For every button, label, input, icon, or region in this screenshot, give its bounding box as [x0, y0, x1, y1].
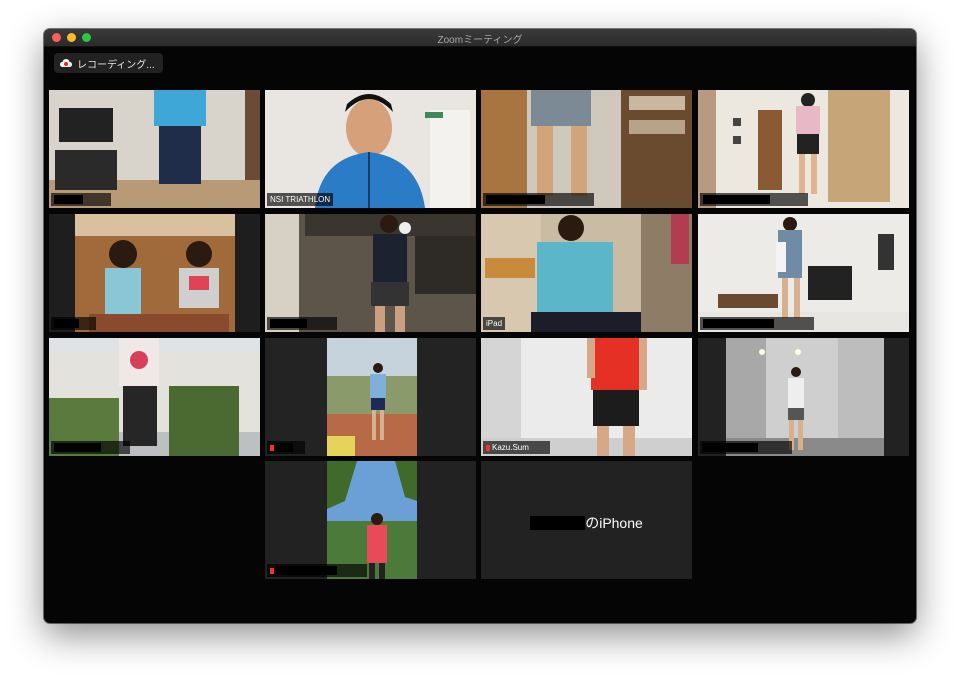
- participant-name: XxxxxxxXxxxxx: [700, 441, 792, 454]
- participant-name: Xxxx: [267, 441, 306, 454]
- participant-video: [49, 338, 260, 456]
- video-tile-11[interactable]: Kazu.Sum: [481, 338, 692, 456]
- participant-video: [49, 90, 260, 208]
- participant-video: [49, 214, 260, 332]
- video-tile-12[interactable]: XxxxxxxXxxxxx: [698, 338, 909, 456]
- participant-name: Xxxxxx: [51, 317, 96, 330]
- video-tile-4[interactable]: XxxxxxxXxxxxxxxx: [698, 90, 909, 208]
- participant-video: [265, 90, 476, 208]
- video-tile-8[interactable]: XxxxxxxxXxxxxxxxx: [698, 214, 909, 332]
- recording-label: レコーディング...: [77, 59, 155, 71]
- participant-name: Xxxxxxxxx: [267, 317, 338, 330]
- video-tile-3[interactable]: XxxxxxxxXxxxxx: [481, 90, 692, 208]
- participant-video: [481, 338, 692, 456]
- video-tile-1[interactable]: Xxxxxxx: [49, 90, 260, 208]
- participant-video: [265, 461, 476, 579]
- participant-video: [698, 90, 909, 208]
- cloud-record-icon: [60, 59, 72, 67]
- video-tile-6[interactable]: Xxxxxxxxx: [265, 214, 476, 332]
- participant-video: [265, 214, 476, 332]
- participant-name: NSI TRIATHLON: [267, 193, 334, 206]
- participant-video: [698, 214, 909, 332]
- zoom-window: Zoomミーティング レコーディング... Xxxxxxx NSI TRIATH…: [44, 29, 916, 623]
- recording-indicator[interactable]: レコーディング...: [54, 53, 163, 73]
- participant-video: [481, 214, 692, 332]
- video-tile-13[interactable]: XXXXXX XXXXX: [265, 461, 476, 579]
- participant-name-center: のiPhone: [481, 513, 692, 533]
- title-bar[interactable]: Zoomミーティング: [44, 29, 916, 47]
- participant-name: XxxxxxxxXxxxxxxxx: [700, 317, 815, 330]
- video-tile-7[interactable]: iPad: [481, 214, 692, 332]
- participant-video: [698, 338, 909, 456]
- participant-name: XXXXXX XXXXX: [267, 564, 367, 577]
- participant-name: XxxxxxXxxxx: [51, 441, 131, 454]
- video-tile-9[interactable]: XxxxxxXxxxx: [49, 338, 260, 456]
- participant-name: XxxxxxxxXxxxxx: [483, 193, 595, 206]
- microphone-muted-icon: [270, 445, 274, 451]
- video-tile-10[interactable]: Xxxx: [265, 338, 476, 456]
- window-title: Zoomミーティング: [437, 35, 523, 46]
- participant-name: Xxxxxxx: [51, 193, 111, 206]
- video-tile-5[interactable]: Xxxxxx: [49, 214, 260, 332]
- participant-name: XxxxxxxXxxxxxxxx: [700, 193, 809, 206]
- video-tile-2-active-speaker[interactable]: NSI TRIATHLON: [265, 90, 476, 208]
- microphone-muted-icon: [270, 568, 274, 574]
- participant-video: [265, 338, 476, 456]
- participant-name: iPad: [483, 317, 506, 330]
- participant-name: Kazu.Sum: [483, 441, 550, 454]
- video-tile-14-video-off[interactable]: のiPhone: [481, 461, 692, 579]
- participant-video: [481, 90, 692, 208]
- microphone-muted-icon: [486, 445, 490, 451]
